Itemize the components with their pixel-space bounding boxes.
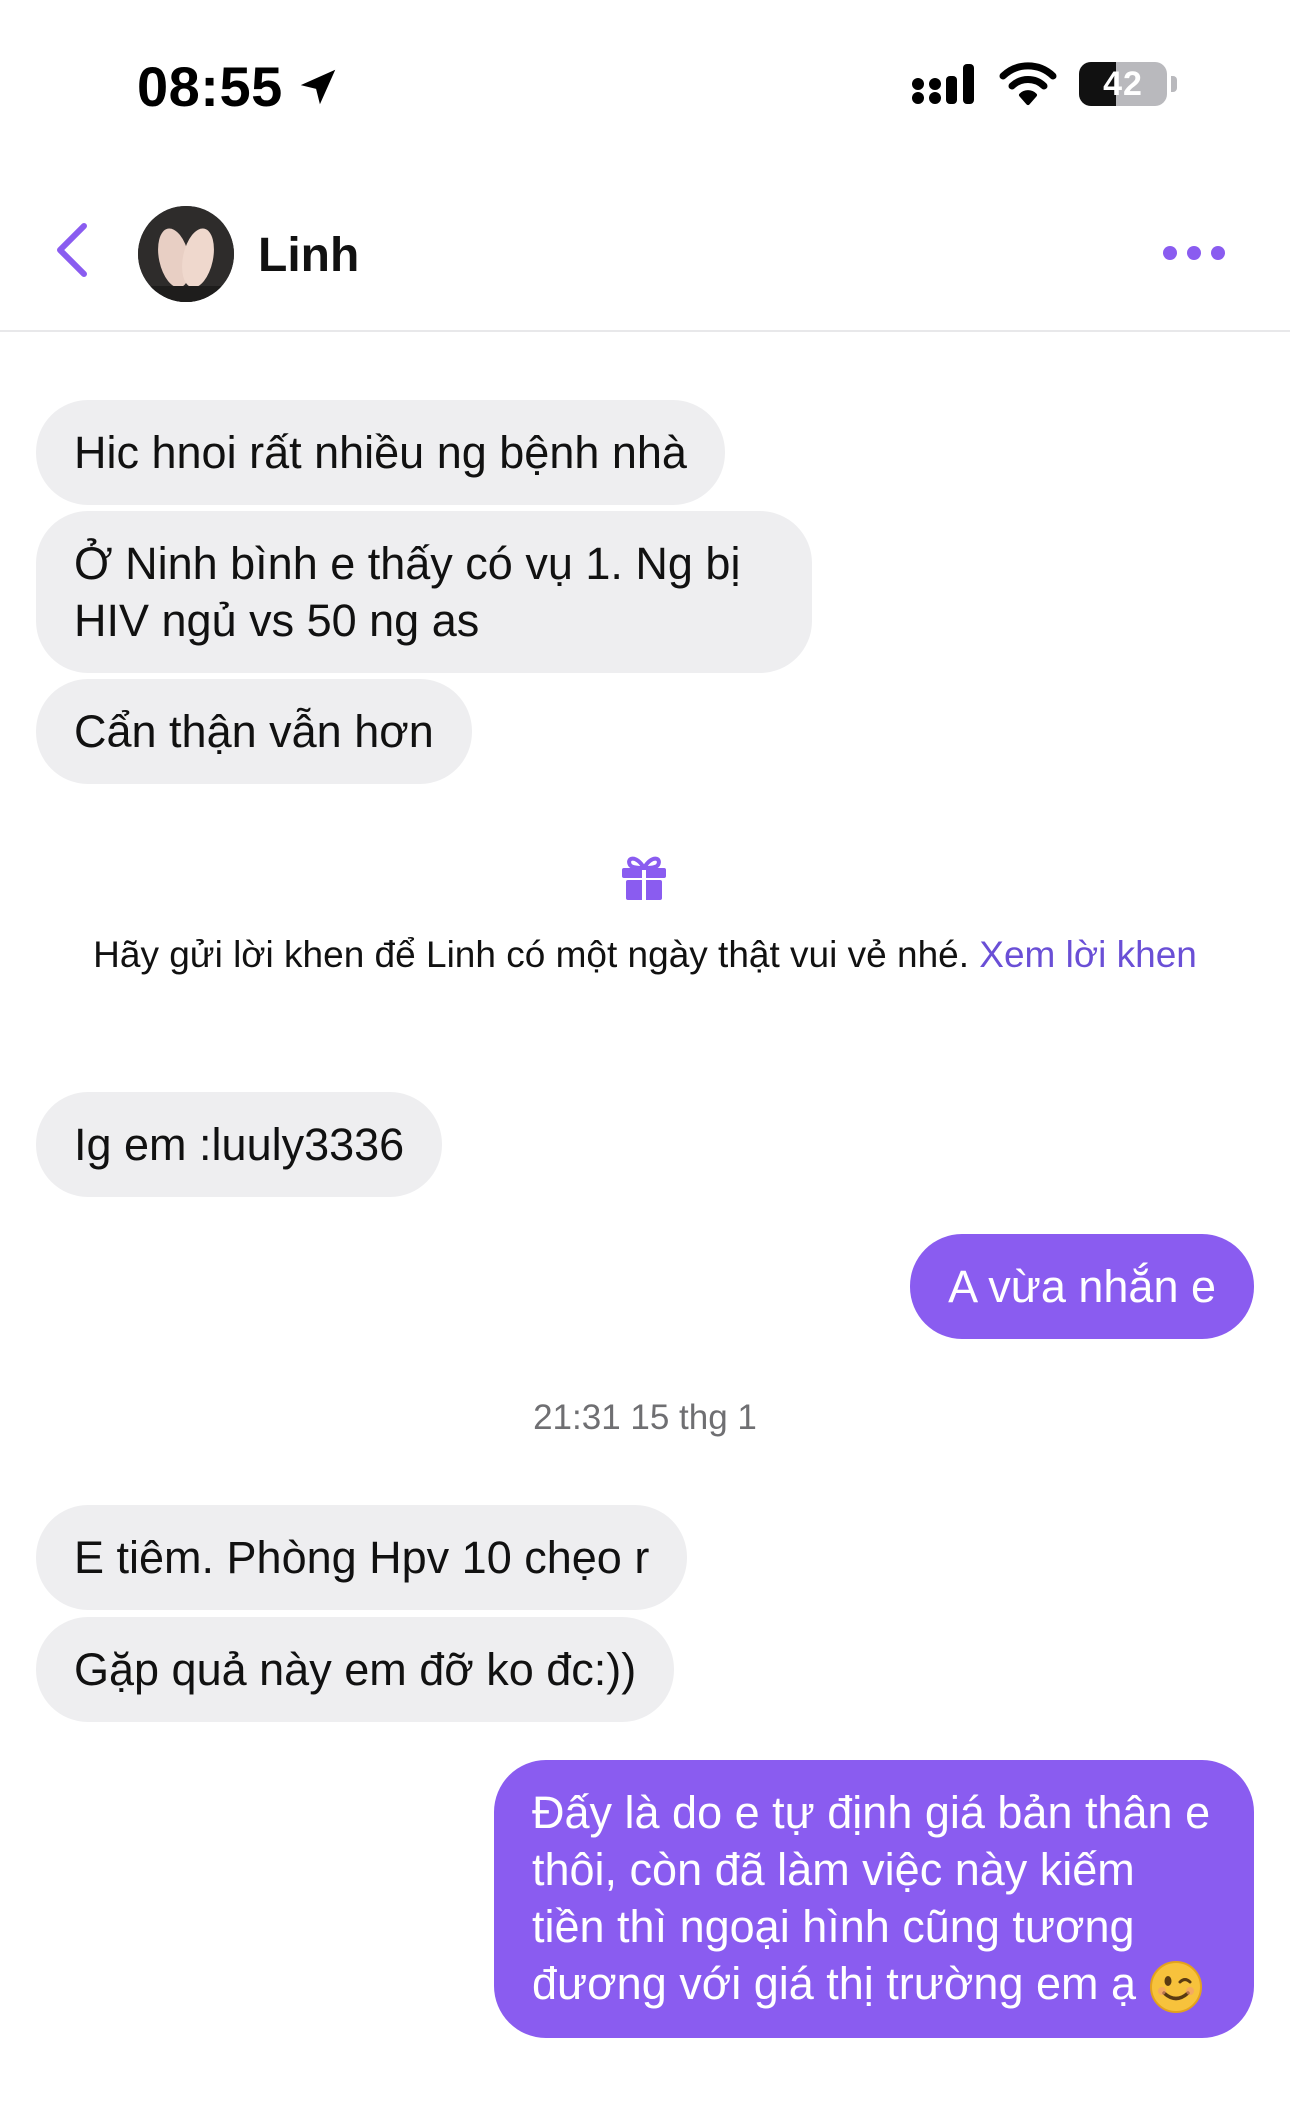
message-text: Ig em :luuly3336 — [74, 1119, 405, 1170]
message-incoming[interactable]: Hic hnoi rất nhiều ng bệnh nhà — [36, 400, 725, 505]
avatar[interactable] — [138, 206, 234, 302]
wifi-icon — [999, 62, 1057, 105]
message-outgoing[interactable]: Đấy là do e tự định giá bản thân e thôi,… — [494, 1760, 1254, 2039]
battery-percent: 42 — [1103, 64, 1143, 103]
compliment-prompt-text: Hãy gửi lời khen để Linh có một ngày thậ… — [93, 934, 969, 975]
message-text: Gặp quả này em đỡ ko đc:)) — [74, 1644, 637, 1695]
more-options-icon[interactable] — [1163, 246, 1225, 260]
status-time: 08:55 — [137, 54, 341, 119]
message-outgoing[interactable]: A vừa nhắn e — [910, 1234, 1254, 1339]
more-dot — [1187, 246, 1201, 260]
message-timestamp: 21:31 15 thg 1 — [533, 1398, 757, 1437]
cellular-signal-icon — [912, 64, 974, 104]
message-incoming[interactable]: Gặp quả này em đỡ ko đc:)) — [36, 1617, 675, 1722]
message-incoming[interactable]: E tiêm. Phòng Hpv 10 chẹo r — [36, 1505, 688, 1610]
winking-face-emoji-icon — [1149, 1961, 1202, 2014]
message-incoming[interactable]: Ở Ninh bình e thấy có vụ 1. Ng bị HIV ng… — [36, 511, 812, 673]
message-incoming[interactable]: Ig em :luuly3336 — [36, 1092, 443, 1197]
status-indicators: 42 — [911, 62, 1177, 106]
message-text: A vừa nhắn e — [948, 1261, 1216, 1312]
status-time-text: 08:55 — [137, 55, 283, 118]
message-text: E tiêm. Phòng Hpv 10 chẹo r — [74, 1532, 650, 1583]
message-text: Cẩn thận vẫn hơn — [74, 706, 434, 757]
message-text: Hic hnoi rất nhiều ng bệnh nhà — [74, 427, 687, 478]
message-list[interactable]: Hic hnoi rất nhiều ng bệnh nhà Ở Ninh bì… — [0, 332, 1290, 2105]
chat-header: Linh — [0, 170, 1290, 332]
more-dot — [1211, 246, 1225, 260]
location-arrow-icon — [300, 69, 335, 104]
status-bar: 08:55 42 — [0, 0, 1290, 170]
compliment-prompt: Hãy gửi lời khen để Linh có một ngày thậ… — [70, 932, 1220, 977]
battery-cap — [1171, 76, 1177, 92]
contact-name[interactable]: Linh — [258, 228, 359, 283]
view-compliments-link[interactable]: Xem lời khen — [979, 934, 1197, 975]
message-incoming[interactable]: Cẩn thận vẫn hơn — [36, 679, 472, 784]
message-text: Đấy là do e tự định giá bản thân e thôi,… — [532, 1787, 1211, 2009]
gift-icon — [622, 856, 666, 900]
avatar-photo — [138, 206, 234, 302]
back-chevron-icon[interactable] — [50, 220, 92, 280]
message-text: Ở Ninh bình e thấy có vụ 1. Ng bị HIV ng… — [74, 538, 741, 646]
more-dot — [1163, 246, 1177, 260]
battery-indicator: 42 — [1079, 62, 1167, 106]
